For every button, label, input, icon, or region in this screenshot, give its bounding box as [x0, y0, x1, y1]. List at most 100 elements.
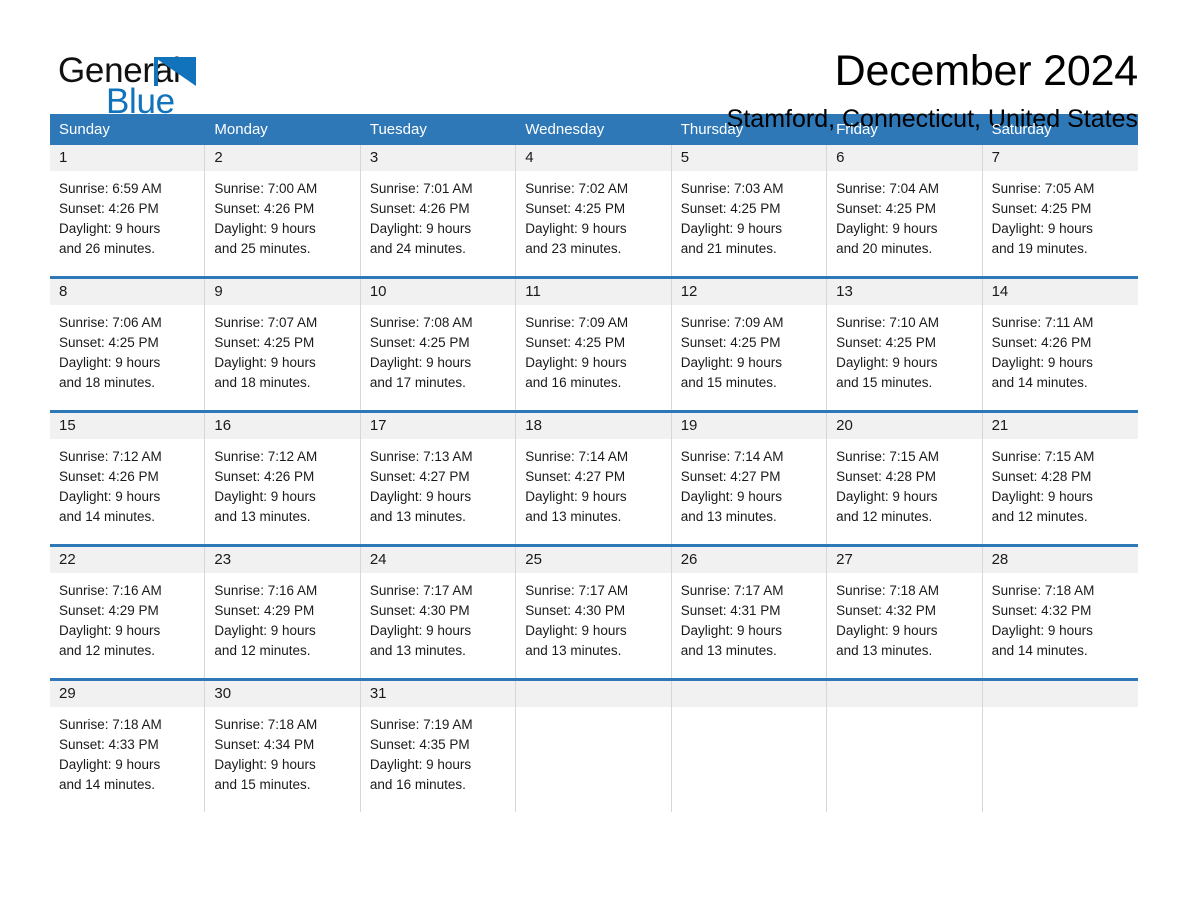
daylight-text-line2: and 16 minutes.: [525, 375, 622, 390]
day-number: 10: [369, 283, 387, 300]
sunset-text: Sunset: 4:31 PM: [680, 603, 781, 618]
daylight-text-line1: Daylight: 9 hours: [680, 623, 783, 638]
day-number-band: 18: [516, 413, 671, 439]
calendar-day-cell-empty: [516, 681, 672, 812]
day-number: 8: [59, 283, 68, 300]
calendar-grid: Sunday Monday Tuesday Wednesday Thursday…: [50, 114, 1138, 812]
day-number: 18: [525, 417, 542, 434]
calendar-page: General Blue December 2024 Stamford, Con…: [0, 0, 1188, 918]
calendar-day-cell-11[interactable]: 11 Sunrise: 7:09 AM Sunset: 4:25 PM Dayl…: [516, 279, 672, 410]
sunrise-text: Sunrise: 7:07 AM: [214, 315, 318, 330]
day-number: 27: [836, 551, 853, 568]
sunset-text: Sunset: 4:25 PM: [991, 201, 1092, 216]
calendar-day-cell-8[interactable]: 8 Sunrise: 7:06 AM Sunset: 4:25 PM Dayli…: [50, 279, 206, 410]
sunrise-text: Sunrise: 7:18 AM: [214, 717, 318, 732]
daylight-text-line1: Daylight: 9 hours: [525, 355, 627, 370]
day-details: Sunrise: 7:06 AM Sunset: 4:25 PM Dayligh…: [50, 305, 204, 393]
calendar-week-row-5: 29 Sunrise: 7:18 AM Sunset: 4:33 PM Dayl…: [50, 678, 1138, 812]
sunset-text: Sunset: 4:27 PM: [525, 469, 626, 484]
calendar-day-cell-25[interactable]: 25 Sunrise: 7:17 AM Sunset: 4:30 PM Dayl…: [516, 547, 672, 678]
day-number: 1: [59, 149, 68, 166]
daylight-text-line1: Daylight: 9 hours: [214, 221, 316, 236]
day-details: Sunrise: 7:09 AM Sunset: 4:25 PM Dayligh…: [672, 305, 826, 393]
sunrise-text: Sunrise: 7:19 AM: [369, 717, 473, 732]
calendar-day-cell-17[interactable]: 17 Sunrise: 7:13 AM Sunset: 4:27 PM Dayl…: [360, 413, 517, 544]
daylight-text-line2: and 17 minutes.: [369, 375, 466, 390]
calendar-day-cell-15[interactable]: 15 Sunrise: 7:12 AM Sunset: 4:26 PM Dayl…: [50, 413, 206, 544]
daylight-text-line1: Daylight: 9 hours: [525, 489, 627, 504]
day-number: 26: [680, 551, 698, 568]
calendar-day-cell-18[interactable]: 18 Sunrise: 7:14 AM Sunset: 4:27 PM Dayl…: [516, 413, 672, 544]
day-number: 13: [836, 283, 853, 300]
calendar-day-cell-28[interactable]: 28 Sunrise: 7:18 AM Sunset: 4:32 PM Dayl…: [982, 547, 1138, 678]
day-number-band: 26: [671, 547, 827, 573]
daylight-text-line1: Daylight: 9 hours: [680, 489, 783, 504]
day-number: 20: [836, 417, 853, 434]
calendar-day-cell-empty: [982, 681, 1138, 812]
calendar-day-cell-14[interactable]: 14 Sunrise: 7:11 AM Sunset: 4:26 PM Dayl…: [982, 279, 1138, 410]
sunset-text: Sunset: 4:25 PM: [680, 335, 781, 350]
day-number-band: 24: [360, 547, 516, 573]
sunset-text: Sunset: 4:26 PM: [991, 335, 1092, 350]
daylight-text-line2: and 12 minutes.: [59, 643, 156, 658]
calendar-day-cell-19[interactable]: 19 Sunrise: 7:14 AM Sunset: 4:27 PM Dayl…: [671, 413, 828, 544]
calendar-day-cell-9[interactable]: 9 Sunrise: 7:07 AM Sunset: 4:25 PM Dayli…: [205, 279, 361, 410]
calendar-day-cell-23[interactable]: 23 Sunrise: 7:16 AM Sunset: 4:29 PM Dayl…: [205, 547, 361, 678]
calendar-day-cell-29[interactable]: 29 Sunrise: 7:18 AM Sunset: 4:33 PM Dayl…: [50, 681, 206, 812]
calendar-day-cell-16[interactable]: 16 Sunrise: 7:12 AM Sunset: 4:26 PM Dayl…: [205, 413, 361, 544]
daylight-text-line2: and 15 minutes.: [680, 375, 777, 390]
sunset-text: Sunset: 4:28 PM: [836, 469, 936, 484]
day-details: Sunrise: 7:15 AM Sunset: 4:28 PM Dayligh…: [983, 439, 1138, 527]
daylight-text-line2: and 13 minutes.: [836, 643, 933, 658]
sunset-text: Sunset: 4:25 PM: [680, 201, 781, 216]
daylight-text-line2: and 13 minutes.: [525, 643, 622, 658]
daylight-text-line2: and 13 minutes.: [525, 509, 622, 524]
calendar-day-cell-20[interactable]: 20 Sunrise: 7:15 AM Sunset: 4:28 PM Dayl…: [827, 413, 983, 544]
calendar-day-cell-26[interactable]: 26 Sunrise: 7:17 AM Sunset: 4:31 PM Dayl…: [671, 547, 828, 678]
sunset-text: Sunset: 4:25 PM: [369, 335, 470, 350]
day-number-band: 21: [982, 413, 1138, 439]
daylight-text-line2: and 20 minutes.: [836, 241, 933, 256]
daylight-text-line2: and 25 minutes.: [214, 241, 311, 256]
day-number-band: 13: [827, 279, 982, 305]
daylight-text-line2: and 15 minutes.: [214, 777, 311, 792]
day-number-band: [671, 681, 827, 707]
day-details: Sunrise: 7:14 AM Sunset: 4:27 PM Dayligh…: [516, 439, 670, 527]
calendar-week-row-3: 15 Sunrise: 7:12 AM Sunset: 4:26 PM Dayl…: [50, 410, 1138, 544]
day-number: 24: [369, 551, 387, 568]
sunrise-text: Sunrise: 7:11 AM: [991, 315, 1094, 330]
calendar-day-cell-24[interactable]: 24 Sunrise: 7:17 AM Sunset: 4:30 PM Dayl…: [360, 547, 517, 678]
sunrise-text: Sunrise: 7:02 AM: [525, 181, 629, 196]
calendar-day-cell-3[interactable]: 3 Sunrise: 7:01 AM Sunset: 4:26 PM Dayli…: [360, 145, 517, 276]
calendar-day-cell-5[interactable]: 5 Sunrise: 7:03 AM Sunset: 4:25 PM Dayli…: [671, 145, 828, 276]
calendar-day-cell-7[interactable]: 7 Sunrise: 7:05 AM Sunset: 4:25 PM Dayli…: [982, 145, 1138, 276]
day-number-band: 8: [50, 279, 205, 305]
calendar-day-cell-10[interactable]: 10 Sunrise: 7:08 AM Sunset: 4:25 PM Dayl…: [360, 279, 517, 410]
day-number-band: 23: [205, 547, 360, 573]
calendar-day-cell-6[interactable]: 6 Sunrise: 7:04 AM Sunset: 4:25 PM Dayli…: [827, 145, 983, 276]
day-details: Sunrise: 7:18 AM Sunset: 4:32 PM Dayligh…: [983, 573, 1138, 661]
calendar-day-cell-1[interactable]: 1 Sunrise: 6:59 AM Sunset: 4:26 PM Dayli…: [50, 145, 206, 276]
sunset-text: Sunset: 4:25 PM: [525, 201, 626, 216]
daylight-text-line1: Daylight: 9 hours: [369, 623, 472, 638]
daylight-text-line2: and 18 minutes.: [59, 375, 156, 390]
calendar-day-cell-12[interactable]: 12 Sunrise: 7:09 AM Sunset: 4:25 PM Dayl…: [671, 279, 828, 410]
brand-logo[interactable]: General Blue: [50, 44, 270, 124]
calendar-day-cell-30[interactable]: 30 Sunrise: 7:18 AM Sunset: 4:34 PM Dayl…: [205, 681, 361, 812]
daylight-text-line2: and 12 minutes.: [214, 643, 311, 658]
daylight-text-line1: Daylight: 9 hours: [680, 355, 783, 370]
sunrise-text: Sunrise: 6:59 AM: [59, 181, 162, 196]
calendar-day-cell-31[interactable]: 31 Sunrise: 7:19 AM Sunset: 4:35 PM Dayl…: [360, 681, 517, 812]
calendar-day-cell-13[interactable]: 13 Sunrise: 7:10 AM Sunset: 4:25 PM Dayl…: [827, 279, 983, 410]
calendar-day-cell-22[interactable]: 22 Sunrise: 7:16 AM Sunset: 4:29 PM Dayl…: [50, 547, 206, 678]
day-details: Sunrise: 7:09 AM Sunset: 4:25 PM Dayligh…: [516, 305, 670, 393]
day-details: Sunrise: 7:15 AM Sunset: 4:28 PM Dayligh…: [827, 439, 981, 527]
calendar-day-cell-2[interactable]: 2 Sunrise: 7:00 AM Sunset: 4:26 PM Dayli…: [205, 145, 361, 276]
day-number: 5: [680, 149, 690, 166]
calendar-day-cell-27[interactable]: 27 Sunrise: 7:18 AM Sunset: 4:32 PM Dayl…: [827, 547, 983, 678]
calendar-day-cell-21[interactable]: 21 Sunrise: 7:15 AM Sunset: 4:28 PM Dayl…: [982, 413, 1138, 544]
sunrise-text: Sunrise: 7:15 AM: [836, 449, 939, 464]
daylight-text-line1: Daylight: 9 hours: [59, 489, 161, 504]
calendar-day-cell-4[interactable]: 4 Sunrise: 7:02 AM Sunset: 4:25 PM Dayli…: [516, 145, 672, 276]
sunrise-text: Sunrise: 7:16 AM: [59, 583, 162, 598]
